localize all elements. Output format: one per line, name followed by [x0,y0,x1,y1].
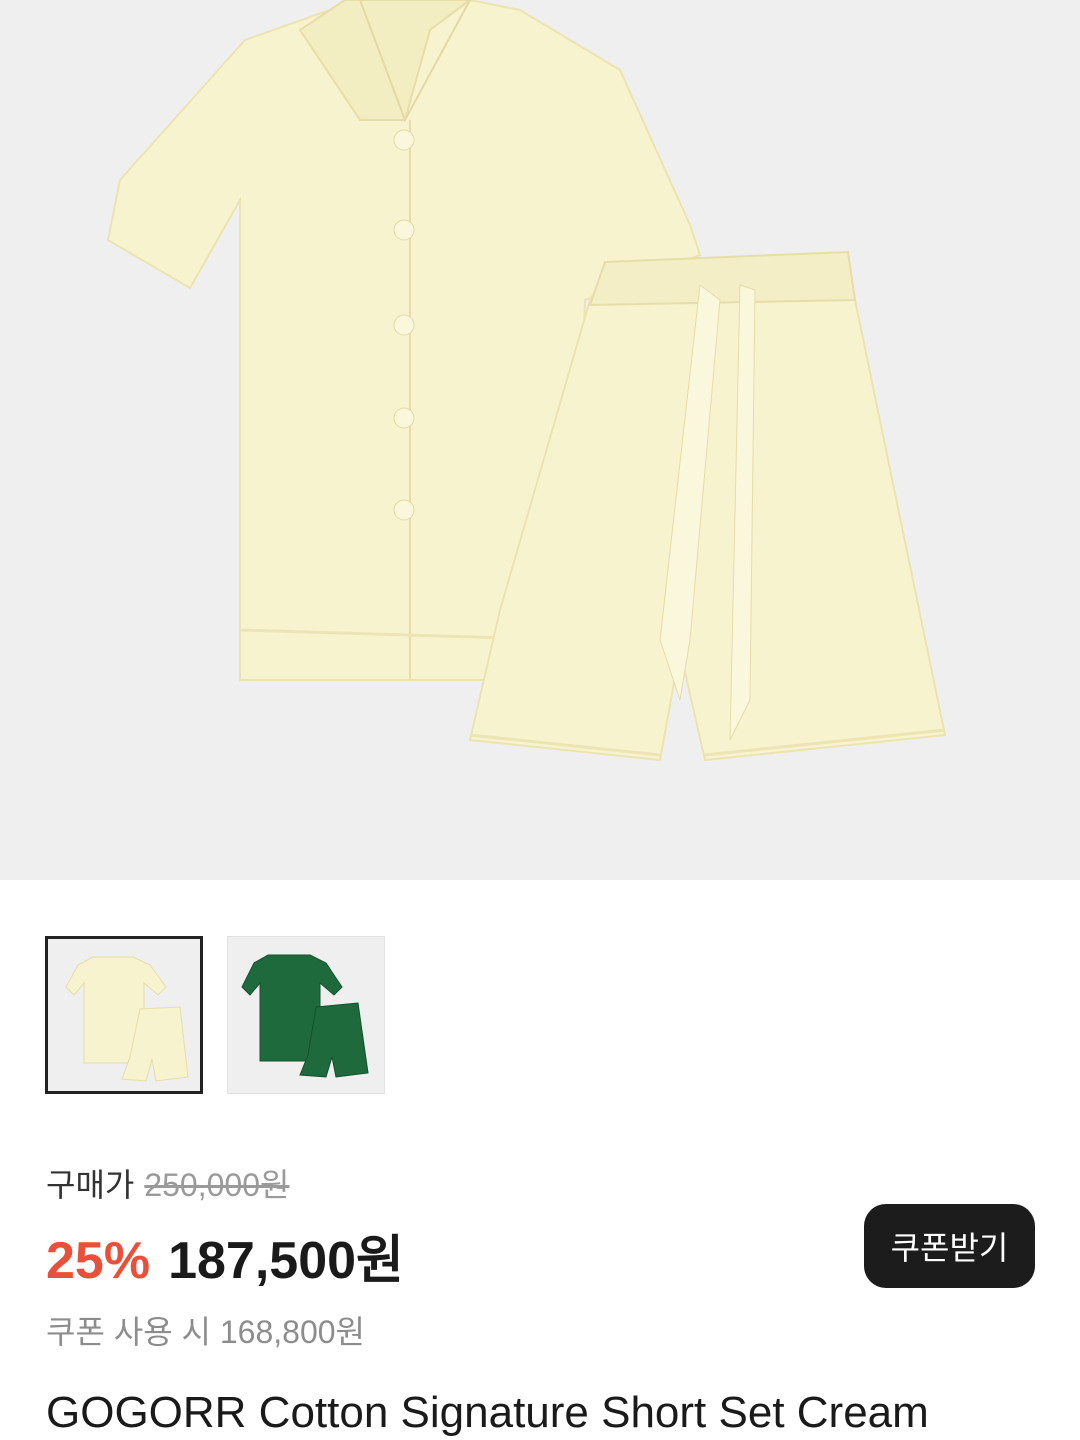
product-title: GOGORR Cotton Signature Short Set Cream [46,1388,929,1437]
original-price-row: 구매가 250,000원 [46,1160,1036,1206]
thumbnail-cream[interactable] [45,936,203,1094]
thumbnail-green[interactable] [227,936,385,1094]
sale-price: 187,500원 [168,1232,404,1290]
pajama-set-illustration [106,0,947,762]
product-main-image[interactable] [0,0,1080,880]
discount-percent: 25% [46,1232,151,1290]
coupon-price-text: 쿠폰 사용 시 168,800원 [46,1314,365,1350]
get-coupon-button[interactable]: 쿠폰받기 [864,1204,1035,1288]
thumbnail-green-image [241,954,369,1078]
thumbnail-cream-image [65,956,189,1082]
original-price: 250,000원 [144,1167,290,1203]
thumbnail-strip [45,936,385,1094]
price-label: 구매가 [46,1167,135,1203]
